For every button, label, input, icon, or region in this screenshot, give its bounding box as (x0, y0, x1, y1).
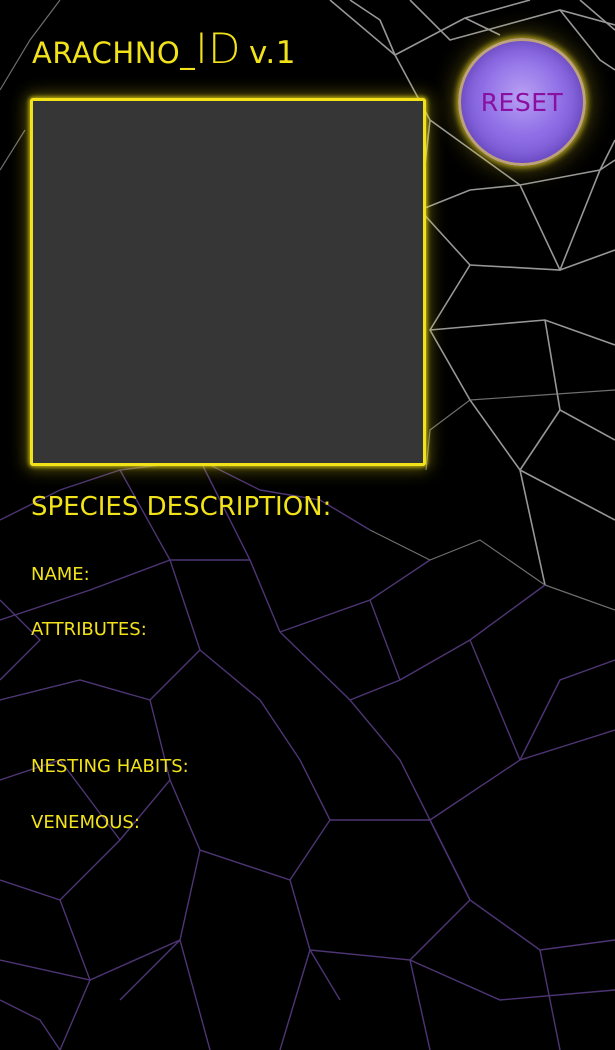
app-title-name: ARACHNO_ (32, 36, 196, 70)
species-description-heading: SPECIES DESCRIPTION: (31, 492, 332, 522)
venemous-label: VENEMOUS: (31, 812, 140, 833)
attributes-label: ATTRIBUTES: (31, 619, 147, 640)
reset-button-label: RESET (480, 87, 564, 117)
app-title: ARACHNO_ID v.1 (32, 28, 296, 70)
app-title-version: v.1 (248, 35, 296, 71)
nesting-habits-label: NESTING HABITS: (31, 756, 189, 777)
photo-frame[interactable] (30, 98, 426, 466)
app-title-id: ID (195, 24, 241, 73)
name-label: NAME: (31, 564, 90, 585)
reset-button[interactable]: RESET (458, 38, 586, 166)
